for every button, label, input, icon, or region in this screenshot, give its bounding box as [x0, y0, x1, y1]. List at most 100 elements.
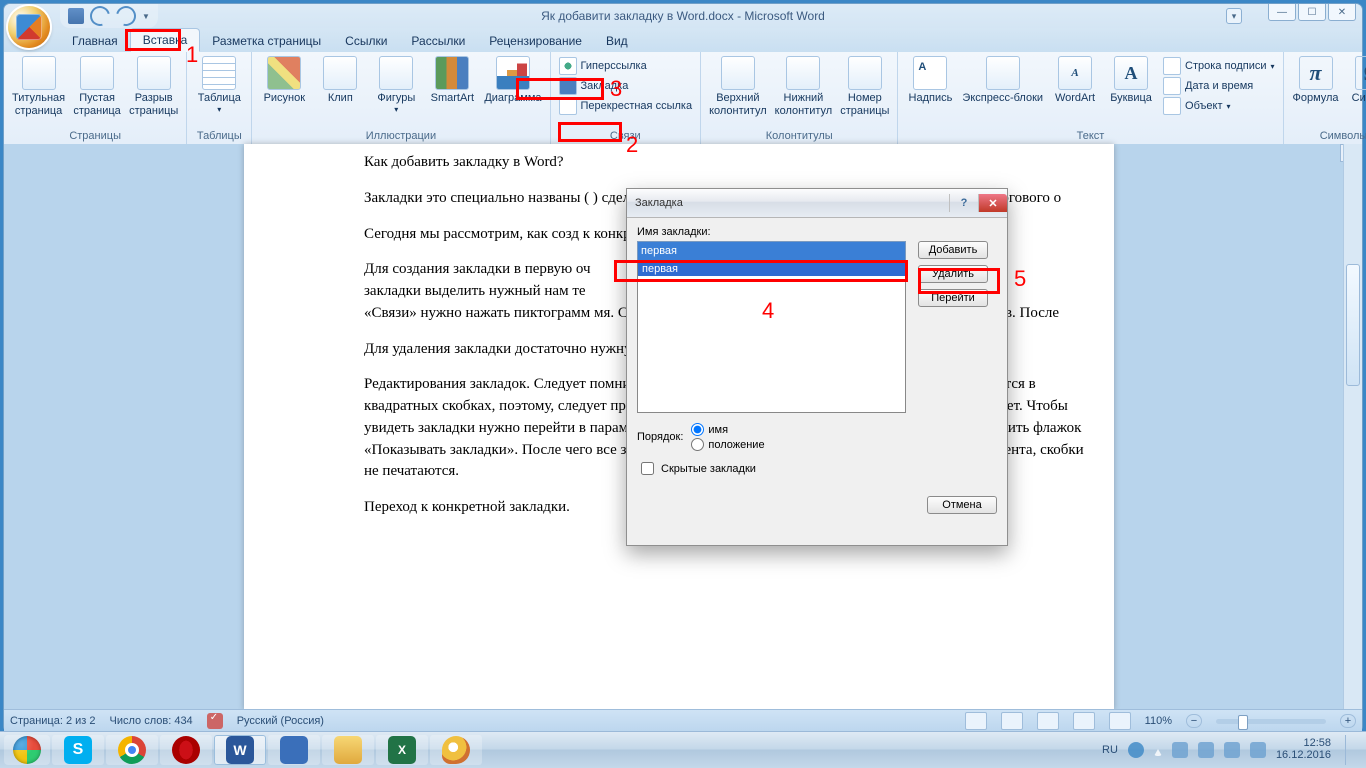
opera-icon: [172, 736, 200, 764]
smartart-button[interactable]: SmartArt: [424, 54, 480, 107]
chart-button[interactable]: Диаграмма: [480, 54, 545, 107]
qat-dropdown-icon[interactable]: ▼: [142, 12, 150, 21]
zoom-out-button[interactable]: −: [1186, 714, 1202, 728]
view-draft[interactable]: [1109, 712, 1131, 730]
quickparts-button[interactable]: Экспресс-блоки: [958, 54, 1047, 107]
network-icon[interactable]: [1172, 742, 1188, 758]
volume-icon[interactable]: [1198, 742, 1214, 758]
crossref-button[interactable]: Перекрестная ссылка: [555, 96, 697, 116]
tab-insert[interactable]: Вставка: [130, 28, 201, 52]
hidden-bookmarks-check[interactable]: Скрытые закладки: [637, 459, 997, 478]
title-bar: ▼ Як добавити закладку в Word.docx - Mic…: [4, 4, 1362, 28]
scroll-thumb[interactable]: [1346, 264, 1360, 386]
dialog-close-button[interactable]: ✕: [978, 194, 1007, 212]
tab-view[interactable]: Вид: [594, 30, 640, 52]
close-button[interactable]: ✕: [1328, 4, 1356, 21]
formula-button[interactable]: πФормула: [1288, 54, 1344, 107]
header-button[interactable]: Верхний колонтитул: [705, 54, 771, 119]
minimize-button[interactable]: —: [1268, 4, 1296, 21]
start-button[interactable]: [4, 735, 50, 765]
show-desktop-button[interactable]: [1345, 735, 1356, 765]
bookmark-list[interactable]: первая: [637, 261, 906, 413]
undo-icon[interactable]: [86, 2, 113, 29]
goto-button[interactable]: Перейти: [918, 289, 988, 307]
taskbar-word[interactable]: W: [214, 735, 266, 765]
page-break-button[interactable]: Разрыв страницы: [125, 54, 182, 119]
taskbar-opera[interactable]: [160, 735, 212, 765]
tray-icon[interactable]: [1154, 745, 1162, 756]
status-page[interactable]: Страница: 2 из 2: [10, 715, 96, 727]
clip-button[interactable]: Клип: [312, 54, 368, 107]
textbox-button[interactable]: AНадпись: [902, 54, 958, 107]
sigline-icon: [1163, 57, 1181, 75]
tray-icon-2[interactable]: [1224, 742, 1240, 758]
symbol-button[interactable]: ΩСимвол: [1344, 54, 1366, 107]
redo-icon[interactable]: [112, 2, 139, 29]
taskbar-explorer[interactable]: [322, 735, 374, 765]
zoom-knob[interactable]: [1238, 715, 1248, 730]
taskbar-excel[interactable]: X: [376, 735, 428, 765]
taskbar-chrome[interactable]: [106, 735, 158, 765]
status-words[interactable]: Число слов: 434: [110, 715, 193, 727]
tray-language[interactable]: RU: [1102, 744, 1118, 756]
maximize-button[interactable]: ☐: [1298, 4, 1326, 21]
sort-by-name[interactable]: имя: [691, 423, 764, 436]
group-illustrations-label: Иллюстрации: [256, 128, 545, 144]
table-button[interactable]: Таблица▾: [191, 54, 247, 116]
zoom-in-button[interactable]: +: [1340, 714, 1356, 728]
sigline-button[interactable]: Строка подписи ▾: [1159, 56, 1278, 76]
title-page-button[interactable]: Титульная страница: [8, 54, 69, 119]
shapes-button[interactable]: Фигуры▾: [368, 54, 424, 116]
chrome-icon: [118, 736, 146, 764]
add-button[interactable]: Добавить: [918, 241, 988, 259]
action-center-icon[interactable]: [1128, 742, 1144, 758]
save-icon[interactable]: [68, 8, 84, 24]
picture-button[interactable]: Рисунок: [256, 54, 312, 107]
datetime-button[interactable]: Дата и время: [1159, 76, 1278, 96]
view-web[interactable]: [1037, 712, 1059, 730]
delete-button[interactable]: Удалить: [918, 265, 988, 283]
blank-page-icon: [80, 56, 114, 90]
group-pages-label: Страницы: [8, 128, 182, 144]
zoom-slider[interactable]: [1216, 719, 1326, 724]
cancel-button[interactable]: Отмена: [927, 496, 997, 514]
bookmark-name-input[interactable]: [637, 241, 906, 261]
page-number-button[interactable]: Номер страницы: [836, 54, 893, 119]
dialog-titlebar[interactable]: Закладка ? ✕: [627, 189, 1007, 218]
taskbar-clock[interactable]: 12:58 16.12.2016: [1276, 738, 1331, 761]
group-headers-label: Колонтитулы: [705, 128, 893, 144]
taskbar-save[interactable]: [268, 735, 320, 765]
page-number-icon: [848, 56, 882, 90]
tab-references[interactable]: Ссылки: [333, 30, 399, 52]
doc-paragraph: Как добавить закладку в Word?: [364, 152, 1094, 174]
ribbon-help-icon[interactable]: ▾: [1226, 8, 1242, 24]
tab-home[interactable]: Главная: [60, 30, 130, 52]
tab-mailings[interactable]: Рассылки: [399, 30, 477, 52]
bookmark-button[interactable]: Закладка: [555, 76, 633, 96]
vertical-scrollbar[interactable]: [1343, 144, 1362, 710]
tab-layout[interactable]: Разметка страницы: [200, 30, 333, 52]
dialog-help-button[interactable]: ?: [949, 194, 978, 212]
crossref-icon: [559, 97, 577, 115]
taskbar-skype[interactable]: S: [52, 735, 104, 765]
zoom-level[interactable]: 110%: [1145, 715, 1172, 727]
object-button[interactable]: Объект ▾: [1159, 96, 1278, 116]
dropcap-button[interactable]: AБуквица: [1103, 54, 1159, 107]
office-button[interactable]: [8, 6, 50, 48]
list-item[interactable]: первая: [638, 262, 905, 276]
shapes-icon: [379, 56, 413, 90]
blank-page-button[interactable]: Пустая страница: [69, 54, 125, 119]
dialog-title: Закладка: [635, 197, 683, 209]
sort-by-position[interactable]: положение: [691, 438, 764, 451]
status-language[interactable]: Русский (Россия): [237, 715, 324, 727]
proofing-icon[interactable]: ✓: [207, 713, 223, 729]
tab-review[interactable]: Рецензирование: [477, 30, 594, 52]
view-print-layout[interactable]: [965, 712, 987, 730]
footer-button[interactable]: Нижний колонтитул: [771, 54, 837, 119]
tray-icon-3[interactable]: [1250, 742, 1266, 758]
view-outline[interactable]: [1073, 712, 1095, 730]
taskbar-paint[interactable]: [430, 735, 482, 765]
view-full-screen[interactable]: [1001, 712, 1023, 730]
wordart-button[interactable]: AWordArt: [1047, 54, 1103, 107]
hyperlink-button[interactable]: Гиперссылка: [555, 56, 651, 76]
